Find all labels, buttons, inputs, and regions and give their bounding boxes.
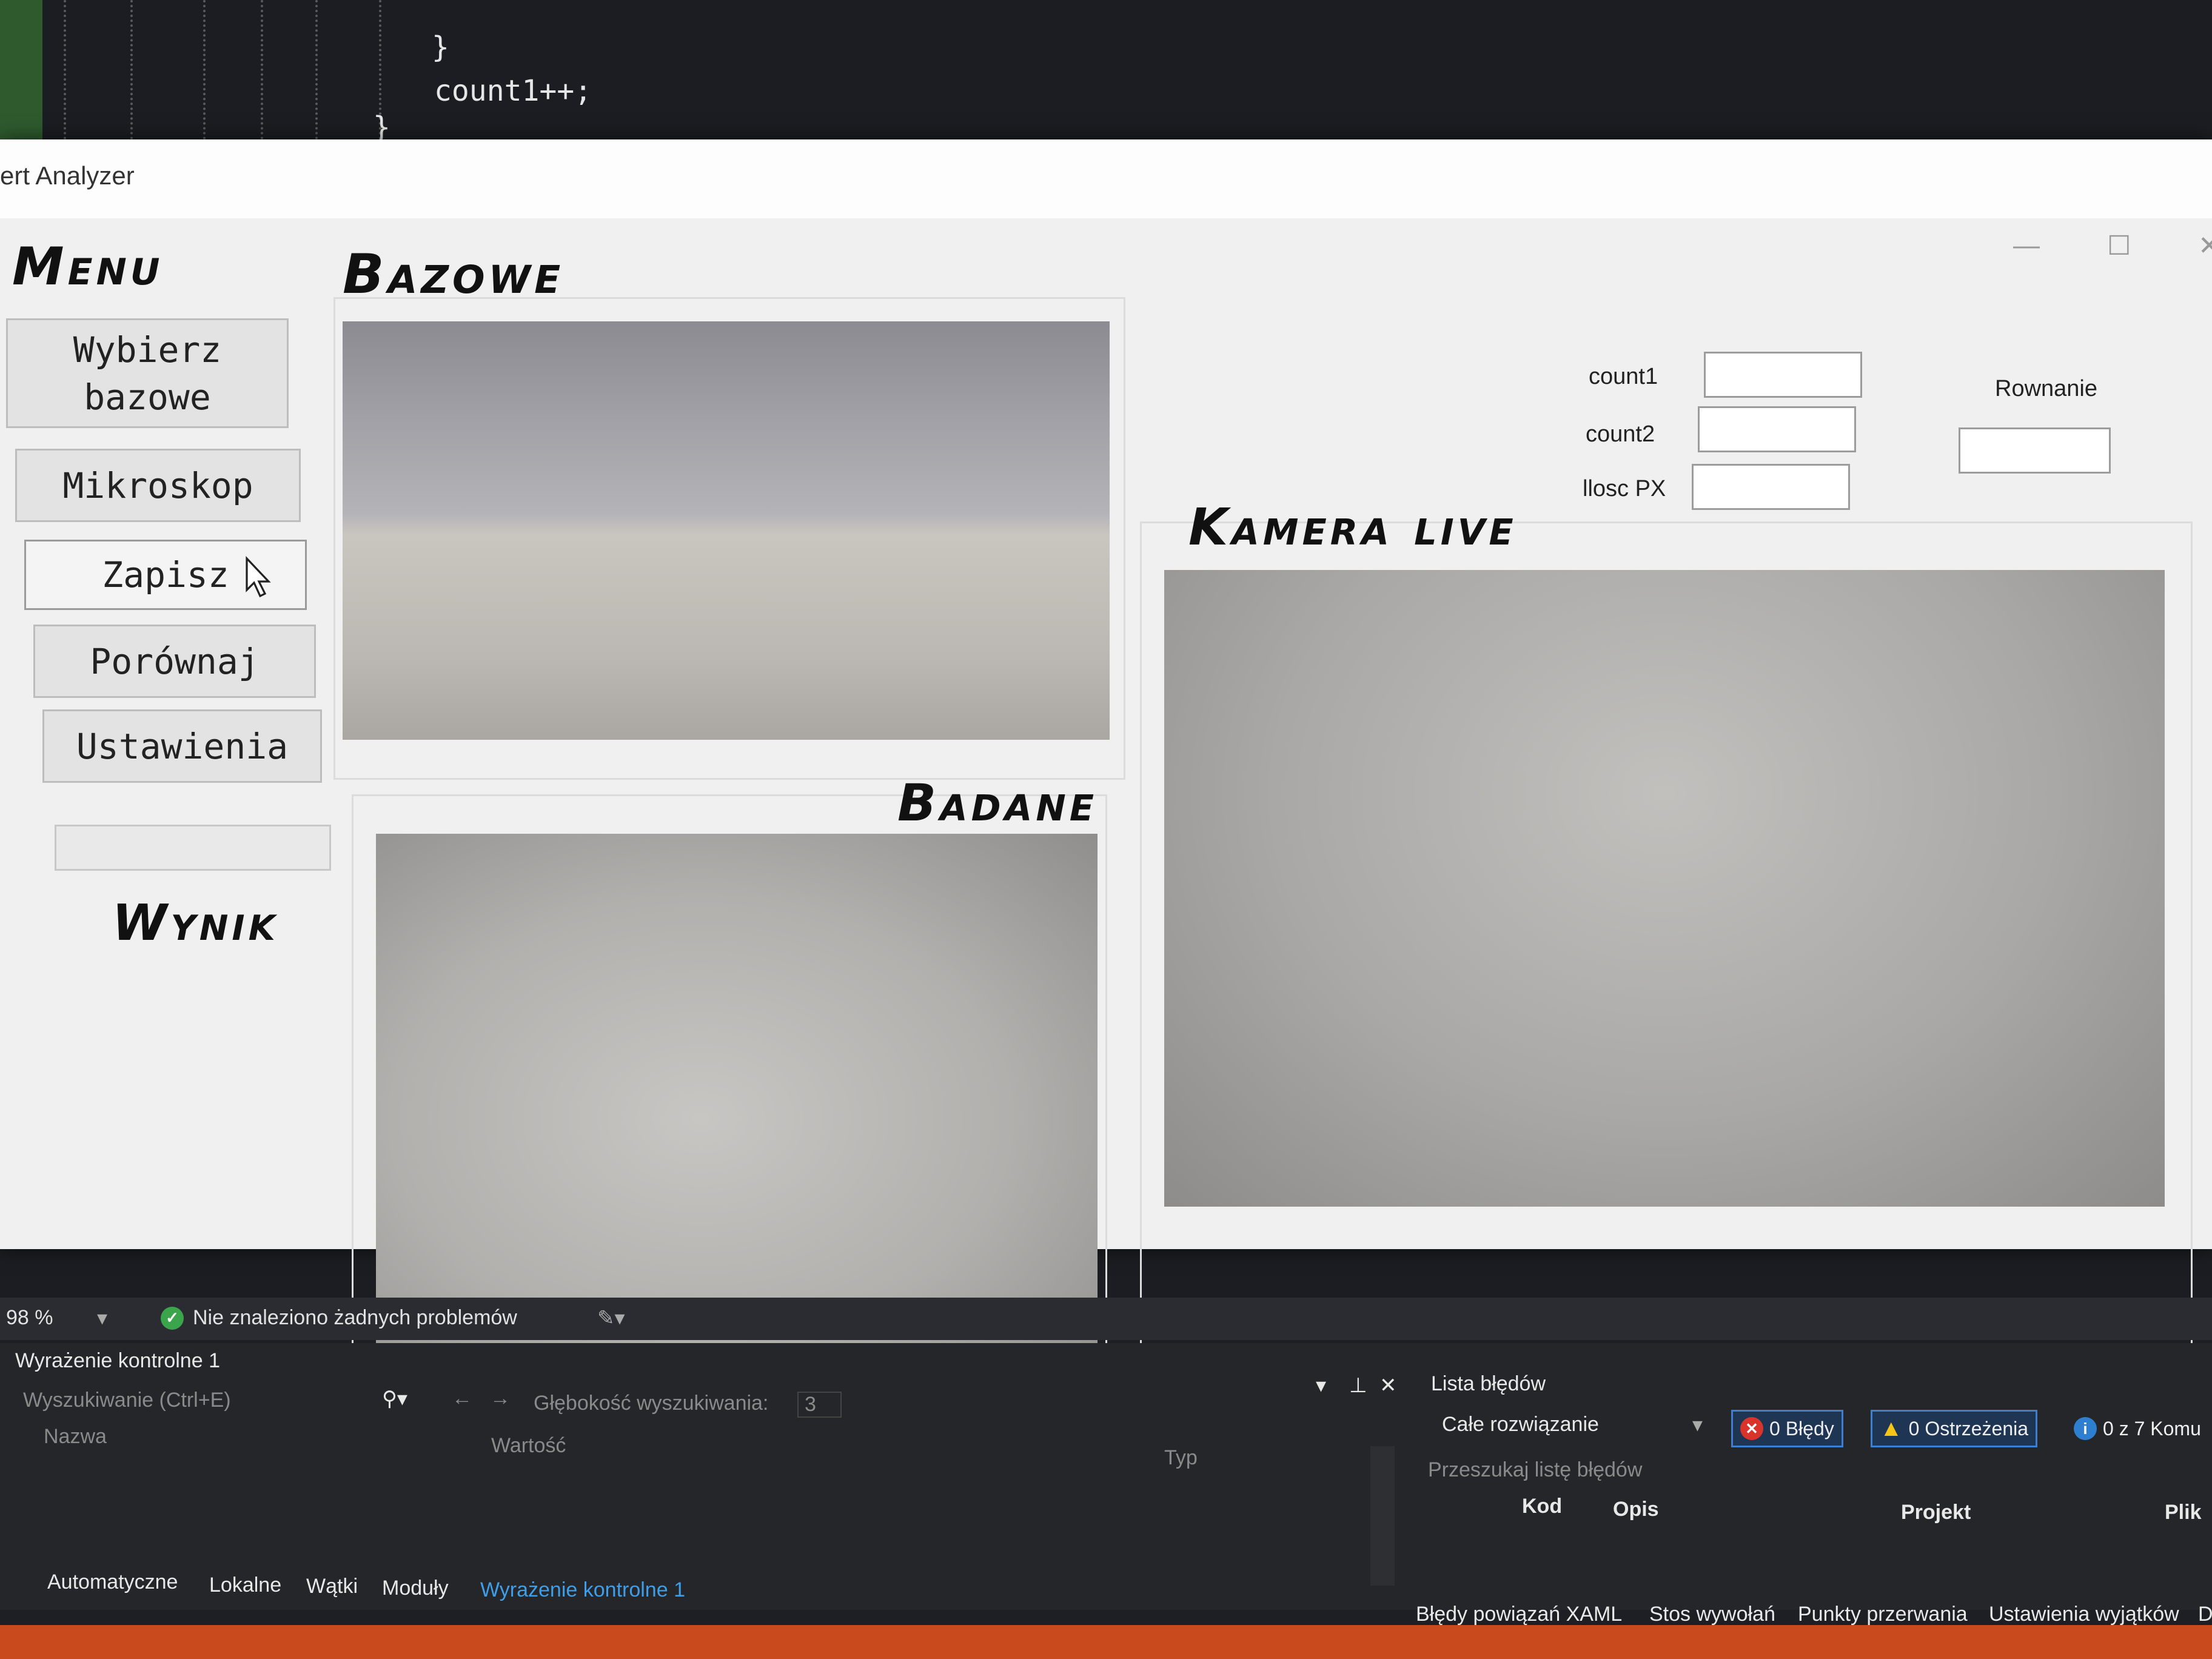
error-search-input[interactable]: Przeszukaj listę błędów — [1428, 1458, 1642, 1482]
watch-title: Wyrażenie kontrolne 1 — [15, 1349, 220, 1372]
error-list-title: Lista błędów — [1431, 1372, 1546, 1395]
analyzer-window: ert Analyzer — ☐ ✕ Menu Wybierz bazowe M… — [0, 139, 2212, 1368]
microscope-button[interactable]: Mikroskop — [15, 449, 301, 522]
column-header[interactable]: Wartość — [491, 1434, 566, 1458]
messages-filter[interactable]: i 0 z 7 Komu — [2065, 1410, 2210, 1447]
settings-button[interactable]: Ustawienia — [42, 709, 322, 783]
problems-status[interactable]: Nie znaleziono żadnych problemów — [193, 1306, 517, 1330]
compare-button[interactable]: Porównaj — [33, 625, 316, 698]
depth-label: Głębokość wyszukiwania: — [534, 1392, 769, 1415]
pixel-count-label: llosc PX — [1583, 476, 1666, 501]
equation-label: Rownanie — [1995, 376, 2097, 401]
errors-count: 0 Błędy — [1769, 1417, 1834, 1439]
warning-icon: ▲ — [1880, 1415, 1903, 1441]
menu-heading: Menu — [12, 236, 164, 297]
warnings-filter[interactable]: ▲ 0 Ostrzeżenia — [1871, 1410, 2038, 1447]
tab-locals[interactable]: Lokalne — [209, 1574, 281, 1597]
error-icon: ✕ — [1740, 1417, 1763, 1440]
save-button[interactable]: Zapisz — [24, 540, 307, 610]
tab-modules[interactable]: Moduły — [382, 1577, 449, 1600]
tab-xaml-binding-errors[interactable]: Błędy powiązań XAML — [1416, 1603, 1622, 1626]
indent-guide — [64, 0, 66, 139]
tested-title: Badane — [897, 773, 1098, 833]
tab-threads[interactable]: Wątki — [306, 1575, 358, 1598]
result-heading: Wynik — [112, 894, 279, 952]
back-arrow-icon[interactable]: ← — [452, 1387, 472, 1410]
search-icon[interactable]: ⚲▾ — [382, 1387, 407, 1411]
scope-value: Całe rozwiązanie — [1442, 1413, 1599, 1436]
choose-base-button[interactable]: Wybierz bazowe — [6, 318, 289, 428]
indent-guide — [203, 0, 206, 139]
change-indicator — [0, 0, 42, 152]
indent-guide — [315, 0, 318, 139]
close-icon[interactable]: ✕ — [2198, 230, 2212, 261]
forward-arrow-icon[interactable]: → — [490, 1387, 511, 1410]
editor-status-row: 98 % ▾ ✓ Nie znaleziono żadnych problemó… — [0, 1298, 2212, 1340]
scope-dropdown[interactable]: Całe rozwiązanie ▾ — [1442, 1413, 1703, 1436]
scrollbar[interactable] — [1370, 1446, 1395, 1586]
column-header[interactable]: Plik — [2165, 1501, 2201, 1524]
tab-call-stack[interactable]: Stos wywołań — [1649, 1603, 1775, 1626]
count1-field[interactable] — [1704, 352, 1862, 398]
pin-icon[interactable]: ⊥ — [1349, 1373, 1367, 1398]
warnings-count: 0 Ostrzeżenia — [1908, 1417, 2029, 1439]
base-image — [343, 321, 1110, 740]
base-title: Bazowe — [343, 243, 565, 306]
live-camera-image — [1164, 570, 2165, 1207]
title-bar[interactable]: ert Analyzer — [0, 139, 2212, 218]
column-header[interactable]: Opis — [1613, 1498, 1659, 1521]
result-field — [55, 825, 331, 871]
messages-count: 0 z 7 Komu — [2103, 1417, 2201, 1439]
zoom-level[interactable]: 98 % — [6, 1306, 53, 1330]
window-title: ert Analyzer — [0, 161, 135, 190]
tab-watch-1[interactable]: Wyrażenie kontrolne 1 — [480, 1578, 685, 1602]
errors-filter[interactable]: ✕ 0 Błędy — [1731, 1410, 1843, 1447]
maximize-icon[interactable]: ☐ — [2107, 230, 2131, 261]
info-icon: i — [2074, 1417, 2097, 1440]
dropdown-icon[interactable]: ▾ — [1316, 1373, 1326, 1398]
indent-guide — [261, 0, 263, 139]
tab-breakpoints[interactable]: Punkty przerwania — [1798, 1603, 1968, 1626]
code-line[interactable]: count1++; — [434, 74, 592, 108]
tab-autos[interactable]: Automatyczne — [47, 1570, 178, 1594]
count2-label-text: count2 — [1586, 421, 1655, 447]
column-header[interactable]: Projekt — [1901, 1501, 1971, 1524]
mouse-cursor-icon — [246, 556, 271, 598]
watch-window: Wyrażenie kontrolne 1 Wyszukiwanie (Ctrl… — [0, 1343, 1407, 1610]
tab-more[interactable]: D — [2198, 1603, 2212, 1626]
debug-status-bar — [0, 1625, 2212, 1659]
code-line[interactable]: } — [432, 30, 449, 64]
chevron-down-icon[interactable]: ▾ — [97, 1306, 107, 1330]
depth-dropdown[interactable]: 3 — [797, 1392, 842, 1418]
count2-field[interactable] — [1698, 406, 1856, 452]
watch-search-input[interactable]: Wyszukiwanie (Ctrl+E) — [23, 1389, 231, 1412]
live-title: Kamera live — [1188, 497, 1517, 557]
check-circle-icon: ✓ — [161, 1305, 184, 1330]
error-list-window: Lista błędów Całe rozwiązanie ▾ ✕ 0 Błęd… — [1407, 1343, 2212, 1626]
equation-field[interactable] — [1959, 427, 2111, 474]
save-button-label: Zapisz — [102, 554, 229, 595]
tested-image — [376, 834, 1098, 1352]
column-header[interactable]: Kod — [1522, 1495, 1562, 1518]
count1-label: count1 — [1589, 364, 1658, 389]
indent-guide — [130, 0, 133, 139]
column-header[interactable]: Nazwa — [44, 1425, 107, 1449]
close-icon[interactable]: ✕ — [1379, 1373, 1397, 1398]
brush-icon[interactable]: ✎▾ — [597, 1306, 625, 1330]
minimize-icon[interactable]: — — [2013, 230, 2040, 261]
column-header[interactable]: Typ — [1164, 1446, 1198, 1470]
pixel-count-field[interactable] — [1692, 464, 1850, 510]
chevron-down-icon: ▾ — [1692, 1413, 1703, 1436]
tab-exception-settings[interactable]: Ustawienia wyjątków — [1989, 1603, 2179, 1626]
